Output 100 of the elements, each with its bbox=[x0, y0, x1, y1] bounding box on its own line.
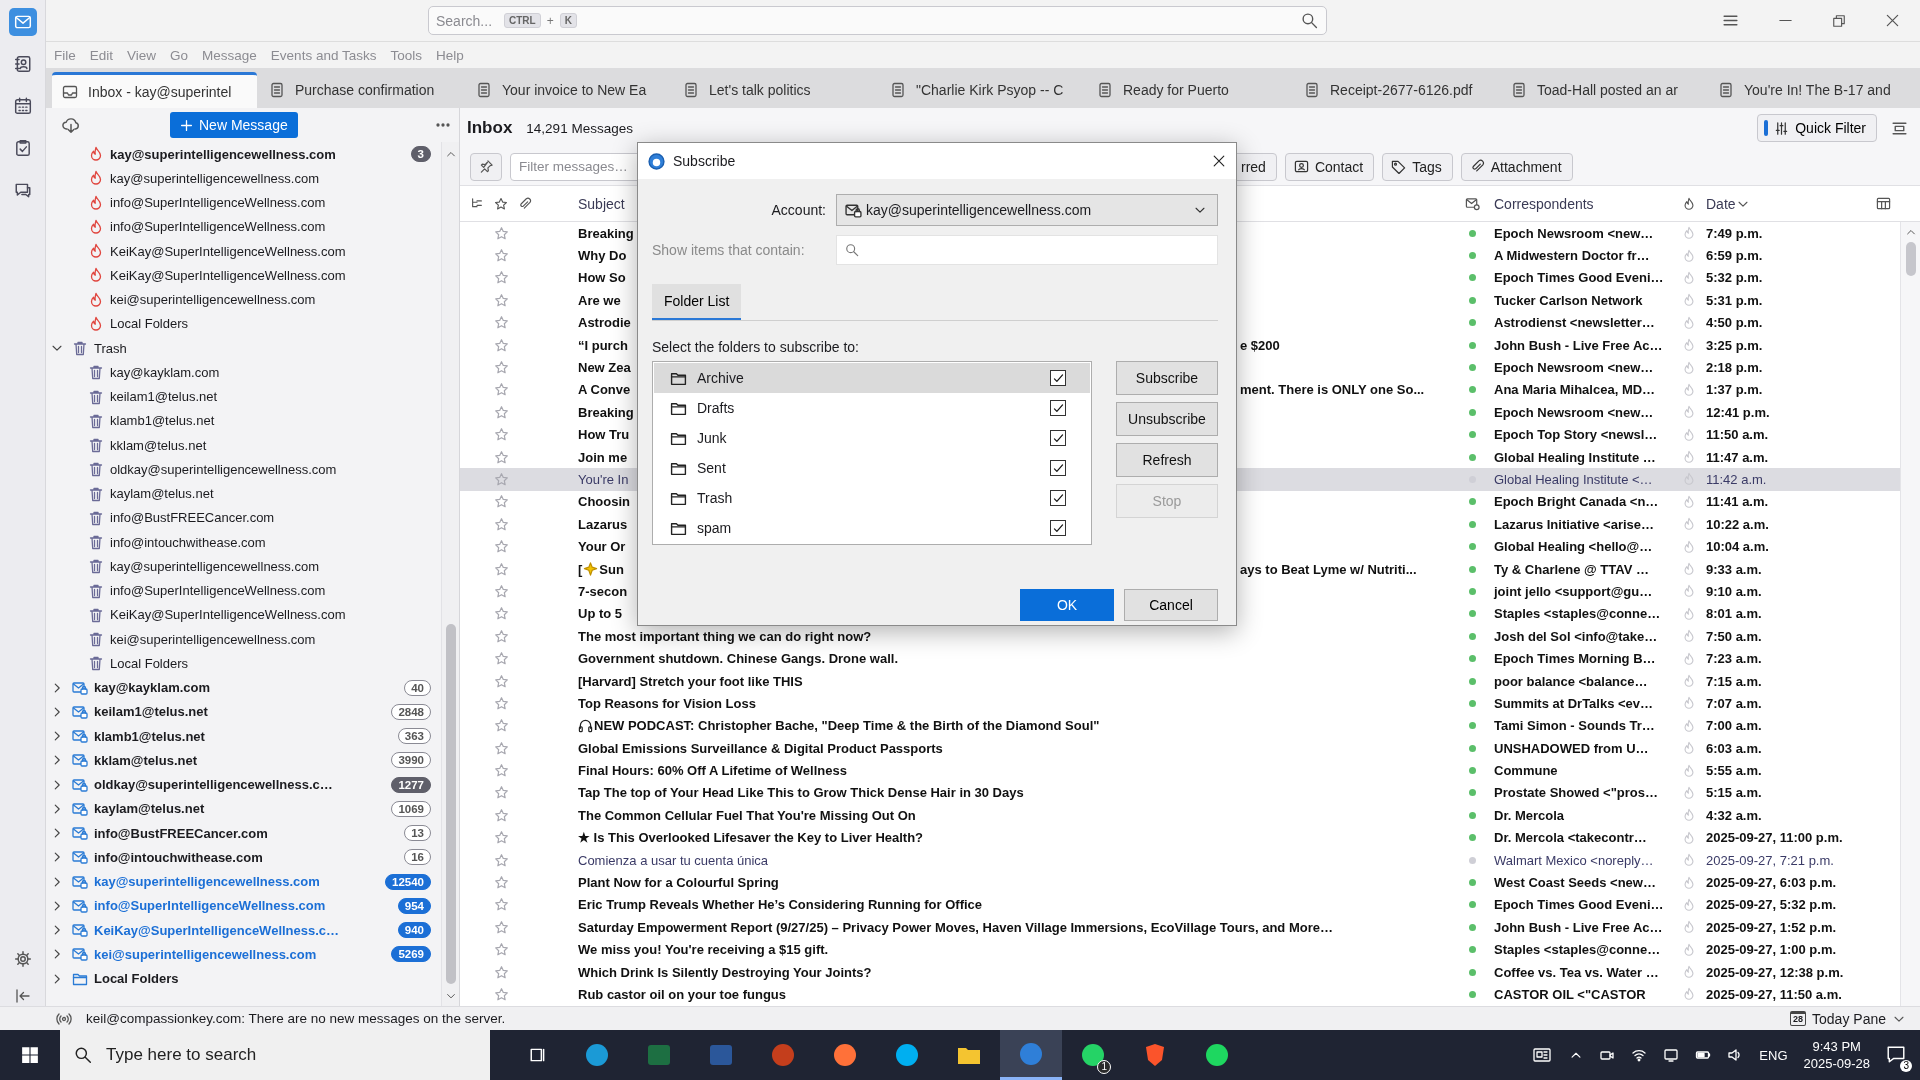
star-icon[interactable] bbox=[494, 942, 509, 958]
taskbar-app-icon[interactable] bbox=[584, 1042, 610, 1068]
column-header[interactable]: Date bbox=[1706, 195, 1736, 212]
folder-name[interactable]: oldkay@superintelligencewellness.c… bbox=[94, 777, 388, 793]
folder-name[interactable]: kaylam@telus.net bbox=[94, 801, 388, 817]
folder-name[interactable]: kay@superintelligencewellness.com bbox=[110, 558, 435, 574]
taskbar-app-icon[interactable] bbox=[832, 1042, 858, 1068]
folder-row[interactable]: Archive bbox=[654, 363, 1090, 393]
account-dropdown[interactable]: kay@superintelligencewellness.com bbox=[836, 194, 1218, 226]
folder-name[interactable]: kei@superintelligencewellness.com bbox=[94, 946, 388, 962]
folder-name[interactable]: info@BustFREECancer.com bbox=[94, 825, 401, 841]
cloud-download-icon[interactable] bbox=[62, 116, 80, 134]
checkbox[interactable] bbox=[1050, 370, 1066, 386]
star-icon[interactable] bbox=[494, 740, 509, 756]
star-icon[interactable] bbox=[494, 382, 509, 398]
folder-name[interactable]: klamb1@telus.net bbox=[94, 728, 394, 744]
mail-icon[interactable] bbox=[13, 13, 32, 31]
star-icon[interactable] bbox=[494, 964, 509, 980]
tab[interactable]: Your invoice to New Ea bbox=[466, 72, 671, 108]
folder-name[interactable]: klamb1@telus.net bbox=[110, 413, 435, 429]
star-icon[interactable] bbox=[494, 986, 509, 1002]
star-icon[interactable] bbox=[494, 897, 509, 913]
star-icon[interactable] bbox=[494, 270, 509, 286]
quick-filter-button[interactable]: Quick Filter bbox=[1757, 114, 1877, 142]
today-pane-toggle[interactable]: Today Pane bbox=[1812, 1010, 1886, 1027]
new-message-button[interactable]: New Message bbox=[170, 112, 298, 138]
wifi-icon[interactable] bbox=[1631, 1047, 1648, 1063]
collapse-icon[interactable] bbox=[14, 988, 31, 1004]
contacts-icon[interactable] bbox=[13, 55, 32, 73]
tab[interactable]: You're In! The B-17 and bbox=[1708, 72, 1913, 108]
folder-name[interactable]: kklam@telus.net bbox=[94, 752, 388, 768]
folder-name[interactable]: Local Folders bbox=[110, 316, 435, 332]
folder-name[interactable]: oldkay@superintelligencewellness.com bbox=[110, 461, 435, 477]
folder-name[interactable]: kaylam@telus.net bbox=[110, 486, 435, 502]
star-icon[interactable] bbox=[494, 718, 509, 734]
star-icon[interactable] bbox=[494, 852, 509, 868]
checkbox[interactable] bbox=[1050, 460, 1066, 476]
search-field[interactable] bbox=[836, 235, 1218, 265]
star-icon[interactable] bbox=[494, 248, 509, 264]
close-icon[interactable] bbox=[1885, 13, 1900, 28]
dialog-button[interactable]: Refresh bbox=[1116, 443, 1218, 477]
tab[interactable]: "Charlie Kirk Psyop -- C bbox=[880, 72, 1085, 108]
filter-button[interactable]: Contact bbox=[1284, 152, 1375, 181]
star-icon[interactable] bbox=[494, 628, 509, 644]
star-icon[interactable] bbox=[494, 583, 509, 599]
folder-name[interactable]: kklam@telus.net bbox=[110, 437, 435, 453]
star-icon[interactable] bbox=[494, 225, 509, 241]
checkbox[interactable] bbox=[1050, 520, 1066, 536]
star-icon[interactable] bbox=[494, 516, 509, 532]
folder-name[interactable]: Local Folders bbox=[110, 655, 435, 671]
maximize-icon[interactable] bbox=[1832, 13, 1846, 28]
star-icon[interactable] bbox=[494, 315, 509, 331]
tab[interactable]: Inbox - kay@superintel bbox=[52, 72, 257, 108]
folder-name[interactable]: info@intouchwithease.com bbox=[94, 849, 401, 865]
folder-name[interactable]: info@SuperIntelligenceWellness.com bbox=[110, 583, 435, 599]
taskbar-app-icon[interactable] bbox=[1204, 1042, 1230, 1068]
folder-name[interactable]: info@SuperIntelligenceWellness.com bbox=[110, 219, 435, 235]
star-icon[interactable] bbox=[494, 651, 509, 667]
junk-flame-icon[interactable] bbox=[1682, 196, 1696, 211]
folder-row[interactable]: Junk bbox=[654, 423, 1090, 453]
search-field[interactable]: Search... CTRL + K bbox=[428, 6, 1327, 35]
star-icon[interactable] bbox=[494, 807, 509, 823]
folder-name[interactable]: kay@superintelligencewellness.com bbox=[110, 170, 435, 186]
star-icon[interactable] bbox=[494, 196, 508, 211]
star-icon[interactable] bbox=[494, 695, 509, 711]
folder-name[interactable]: info@BustFREECancer.com bbox=[110, 510, 435, 526]
star-icon[interactable] bbox=[494, 763, 509, 779]
star-icon[interactable] bbox=[494, 449, 509, 465]
folder-name[interactable]: kay@kayklam.com bbox=[94, 680, 401, 696]
calendar-icon[interactable] bbox=[13, 97, 32, 115]
dialog-button[interactable]: Unsubscribe bbox=[1116, 402, 1218, 436]
tab[interactable]: Purchase confirmation bbox=[259, 72, 464, 108]
folder-name[interactable]: kay@superintelligencewellness.com bbox=[94, 874, 381, 890]
paperclip-icon[interactable] bbox=[518, 196, 532, 211]
folder-name[interactable]: KeiKay@SuperIntelligenceWellness.c… bbox=[94, 922, 394, 938]
task-view-icon[interactable] bbox=[529, 1046, 547, 1064]
star-icon[interactable] bbox=[494, 292, 509, 308]
star-icon[interactable] bbox=[494, 830, 509, 846]
star-icon[interactable] bbox=[494, 337, 509, 353]
column-header[interactable]: Subject bbox=[542, 195, 625, 212]
cancel-button[interactable]: Cancel bbox=[1124, 589, 1218, 621]
filter-button[interactable]: Tags bbox=[1382, 152, 1453, 181]
pin-button[interactable] bbox=[470, 152, 502, 181]
close-icon[interactable] bbox=[1212, 154, 1226, 168]
folder-row[interactable]: Trash bbox=[654, 483, 1090, 513]
clock-time[interactable]: 9:43 PM bbox=[1812, 1038, 1861, 1055]
folder-name[interactable]: info@intouchwithease.com bbox=[110, 534, 435, 550]
folder-name[interactable]: Local Folders bbox=[94, 971, 435, 987]
filter-button[interactable]: Attachment bbox=[1460, 152, 1573, 181]
folder-name[interactable]: KeiKay@SuperIntelligenceWellness.com bbox=[110, 607, 435, 623]
star-icon[interactable] bbox=[494, 494, 509, 510]
star-icon[interactable] bbox=[494, 606, 509, 622]
star-icon[interactable] bbox=[494, 360, 509, 376]
language-indicator[interactable]: ENG bbox=[1759, 1047, 1788, 1063]
tasks-icon[interactable] bbox=[13, 139, 32, 157]
folder-name[interactable]: info@SuperIntelligenceWellness.com bbox=[110, 195, 435, 211]
start-windows-icon[interactable] bbox=[21, 1046, 39, 1064]
star-icon[interactable] bbox=[494, 785, 509, 801]
dialog-button[interactable]: Subscribe bbox=[1116, 361, 1218, 395]
star-icon[interactable] bbox=[494, 472, 509, 487]
